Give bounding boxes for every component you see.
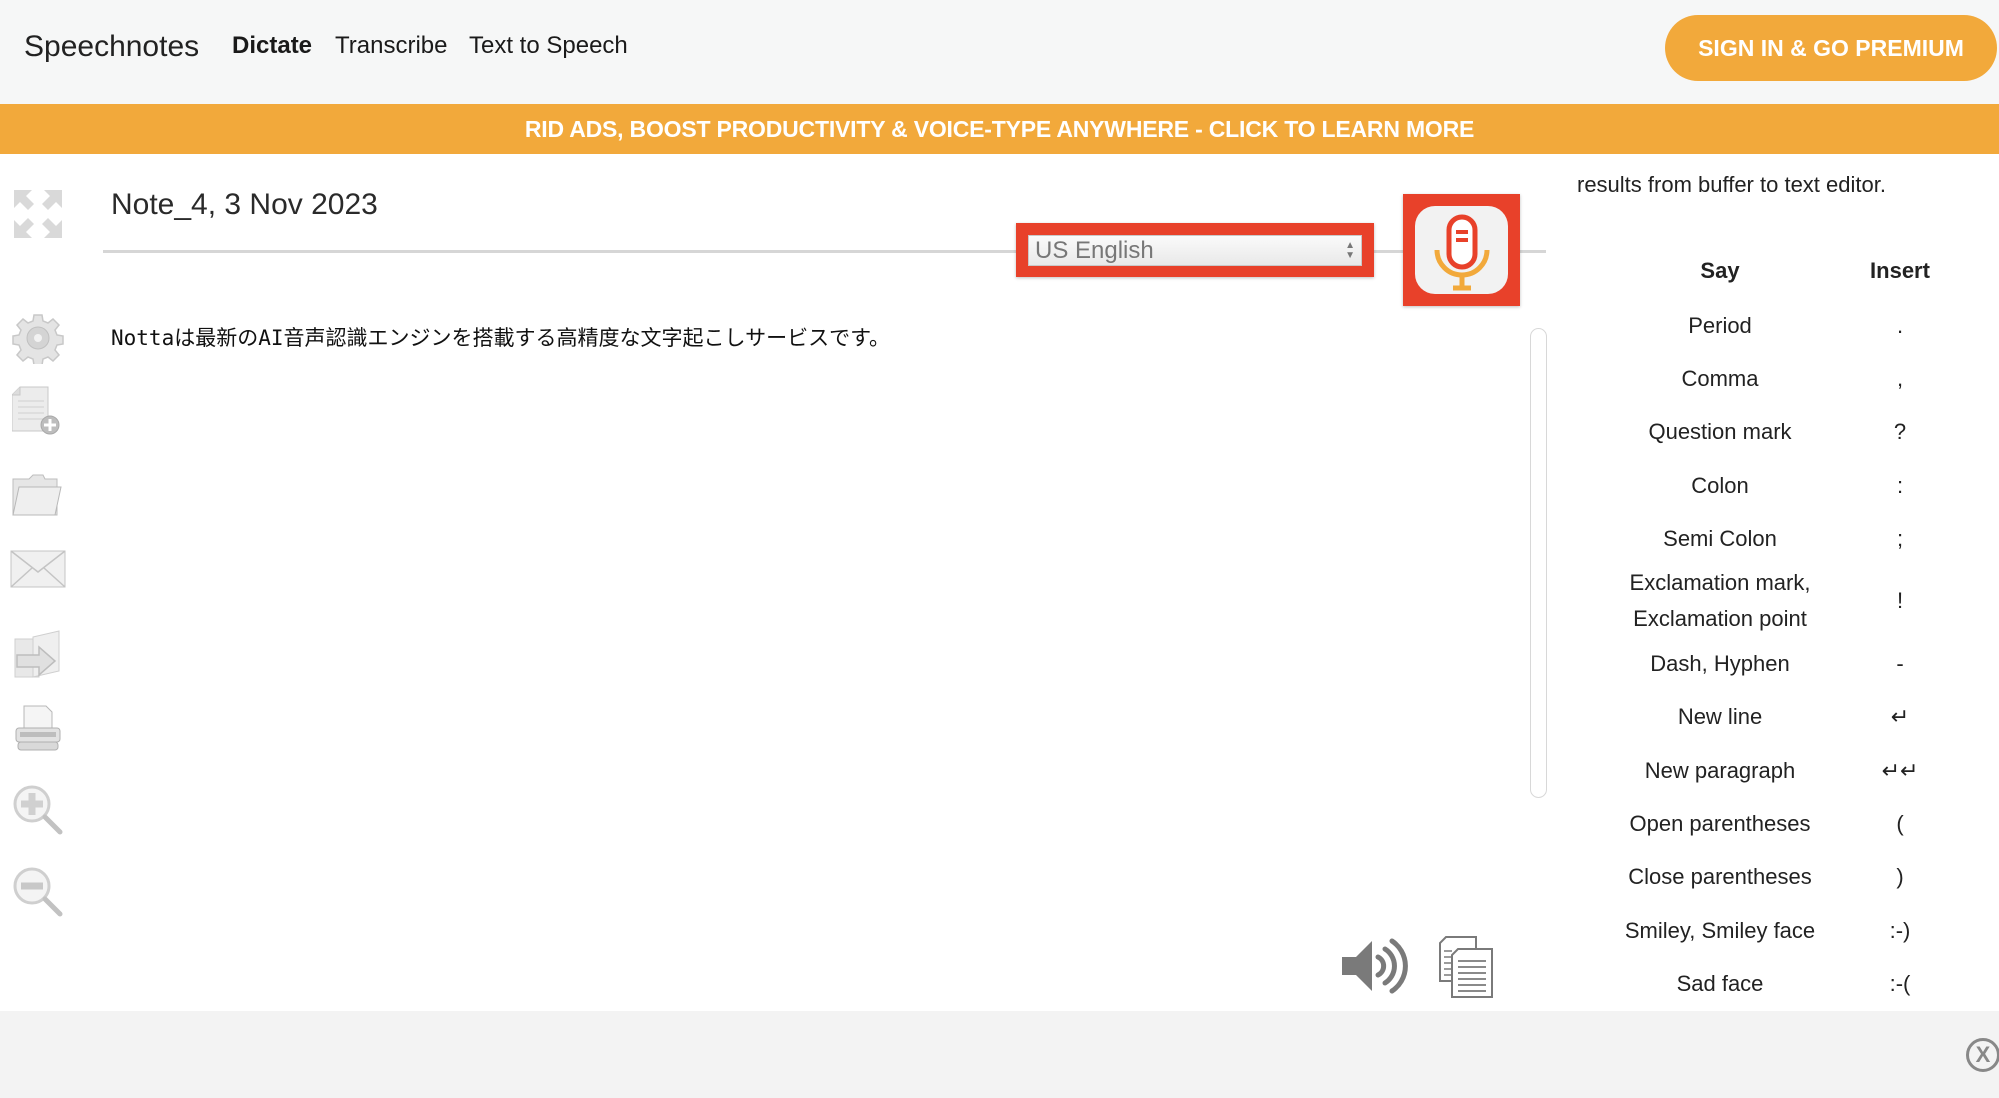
command-insert: ; — [1896, 525, 1904, 551]
note-title[interactable]: Note_4, 3 Nov 2023 — [111, 188, 378, 222]
command-insert: ? — [1893, 419, 1907, 445]
nav-dictate[interactable]: Dictate — [232, 32, 312, 60]
open-button[interactable] — [8, 468, 68, 524]
export-button[interactable] — [8, 628, 68, 684]
speaker-icon — [1342, 938, 1408, 994]
command-say: Period — [1688, 312, 1752, 338]
voice-commands-table: Say Insert Period. Comma, Question mark? Co… — [1600, 243, 1960, 1011]
table-row: Dash, Hyphen - — [1600, 637, 1960, 690]
command-insert: ) — [1896, 864, 1904, 890]
command-say: Smiley, Smiley face — [1624, 917, 1816, 943]
settings-button[interactable] — [8, 310, 68, 366]
command-say: Sad face — [1676, 970, 1764, 996]
command-insert: - — [1896, 651, 1904, 677]
table-row: Close parentheses) — [1600, 851, 1960, 904]
print-icon — [15, 705, 61, 751]
table-row: Sad face :-( — [1600, 957, 1960, 1010]
language-select[interactable]: US English ▲ ▼ — [1028, 235, 1362, 266]
fullscreen-icon — [14, 190, 62, 238]
table-row: Question mark? — [1600, 406, 1960, 459]
command-say: New line — [1677, 704, 1763, 730]
note-text-area[interactable]: Nottaは最新のAI音声認識エンジンを搭載する高精度な文字起こしサービスです。 — [111, 322, 890, 352]
promo-banner[interactable]: RID ADS, BOOST PRODUCTIVITY & VOICE-TYPE… — [0, 104, 1999, 154]
new-note-button[interactable] — [8, 384, 68, 440]
command-insert: ↵ — [1890, 704, 1910, 730]
editor-scrollbar[interactable] — [1530, 328, 1547, 798]
zoom-in-button[interactable] — [8, 782, 68, 838]
close-icon: X — [1975, 1042, 1991, 1067]
table-row: New paragraph ↵↵ — [1600, 744, 1960, 797]
table-row: Exclamation mark, Exclamation point! — [1600, 565, 1960, 637]
email-button[interactable] — [8, 541, 68, 597]
select-arrows-icon: ▲ ▼ — [1345, 240, 1355, 261]
command-insert: , — [1896, 365, 1904, 391]
email-icon — [10, 550, 66, 588]
language-selected-value: US English — [1035, 237, 1154, 264]
zoom-out-button[interactable] — [8, 864, 68, 920]
copy-button[interactable] — [1438, 935, 1494, 999]
export-icon — [14, 630, 60, 678]
zoom-in-icon — [13, 785, 63, 835]
command-insert: ( — [1896, 811, 1904, 837]
command-insert: ↵↵ — [1881, 757, 1919, 783]
ad-footer — [0, 1011, 1999, 1098]
header-insert: Insert — [1870, 258, 1930, 283]
microphone-button-face — [1415, 206, 1508, 294]
table-row: Semi Colon; — [1600, 512, 1960, 565]
command-insert: ! — [1896, 588, 1904, 614]
copy-clipboard-icon — [1439, 936, 1493, 998]
nav-text-to-speech[interactable]: Text to Speech — [469, 32, 628, 60]
fullscreen-button[interactable] — [8, 186, 68, 242]
logo[interactable]: Speechnotes — [24, 30, 199, 64]
table-row: Smiley, Smiley face :-) — [1600, 904, 1960, 957]
command-insert: :-) — [1889, 917, 1911, 943]
open-folder-icon — [12, 474, 62, 516]
language-select-highlight: US English ▲ ▼ — [1016, 223, 1374, 277]
table-row: Period. — [1600, 299, 1960, 352]
command-say: New paragraph — [1644, 757, 1796, 783]
command-say: Comma — [1681, 365, 1759, 391]
command-say: Dash, Hyphen — [1650, 651, 1790, 677]
table-row: New line ↵ — [1600, 691, 1960, 744]
settings-gear-icon — [12, 314, 64, 364]
commands-intro-text: results from buffer to text editor. — [1577, 172, 1886, 197]
command-say: Semi Colon — [1663, 525, 1777, 551]
command-say: Colon — [1691, 472, 1749, 498]
command-say: Close parentheses — [1628, 864, 1812, 890]
print-button[interactable] — [8, 700, 68, 756]
new-note-icon — [12, 386, 60, 435]
command-say: Open parentheses — [1629, 811, 1811, 837]
read-aloud-button[interactable] — [1340, 935, 1410, 997]
command-insert: : — [1896, 472, 1904, 498]
table-row: Open parentheses ( — [1600, 797, 1960, 850]
header-say: Say — [1700, 258, 1740, 283]
microphone-icon — [1434, 214, 1489, 291]
top-header: Speechnotes Dictate Transcribe Text to S… — [0, 0, 1999, 104]
command-insert: . — [1896, 312, 1904, 338]
nav-transcribe[interactable]: Transcribe — [335, 32, 447, 60]
sign-in-premium-button[interactable]: SIGN IN & GO PREMIUM — [1665, 15, 1997, 81]
table-header-row: Say Insert — [1600, 243, 1960, 299]
command-say: Exclamation mark, Exclamation point — [1629, 570, 1811, 632]
command-say: Question mark — [1648, 419, 1792, 445]
table-row: Colon: — [1600, 459, 1960, 512]
command-insert: :-( — [1889, 970, 1911, 996]
zoom-out-icon — [13, 867, 63, 917]
table-row: Comma, — [1600, 352, 1960, 405]
microphone-button[interactable] — [1403, 194, 1520, 306]
close-ad-button[interactable]: X — [1966, 1038, 1999, 1072]
